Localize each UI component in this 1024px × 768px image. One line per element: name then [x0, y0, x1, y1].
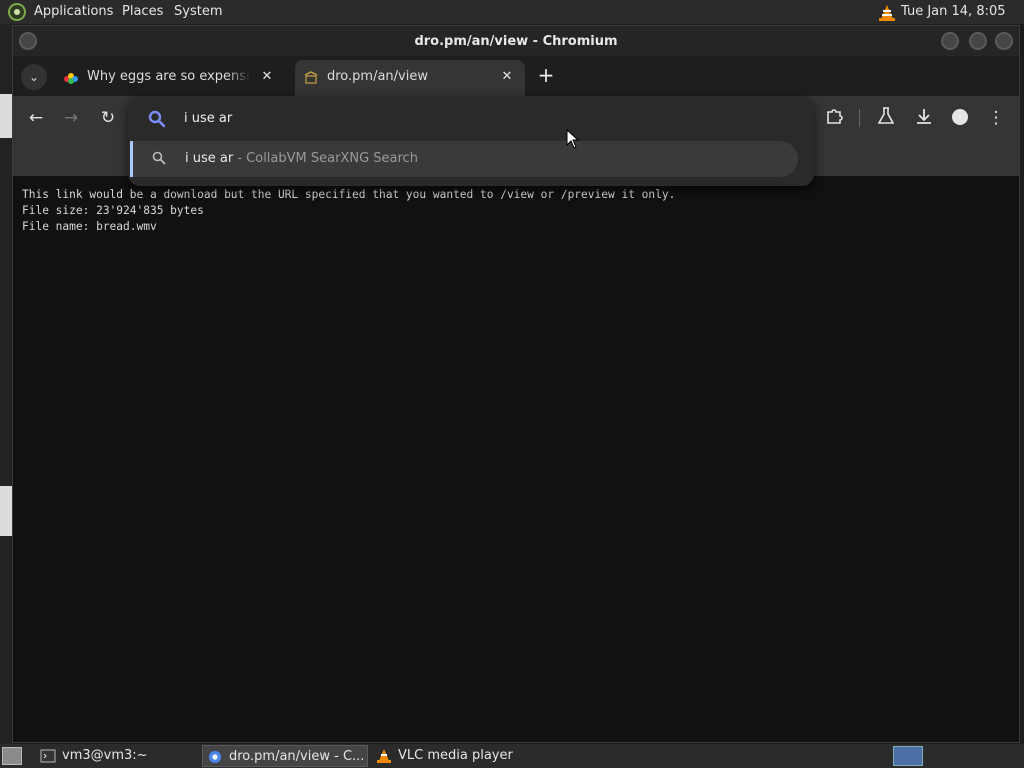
bottom-taskbar: vm3@vm3:~ dro.pm/an/view - C... VLC medi… — [0, 744, 1024, 768]
suggestion-query: i use ar — [185, 151, 234, 166]
tab-dro-pm[interactable]: dro.pm/an/view ✕ — [295, 60, 525, 96]
close-tab-icon[interactable]: ✕ — [499, 69, 515, 85]
desktop-window-fragment — [0, 94, 12, 138]
tray-chromium-icon[interactable] — [893, 746, 923, 766]
taskbar-chromium-label: dro.pm/an/view - C... — [229, 749, 365, 764]
search-icon — [148, 110, 166, 128]
file-size-text: File size: 23'924'835 bytes — [22, 204, 204, 217]
window-title: dro.pm/an/view - Chromium — [414, 34, 618, 49]
file-name-text: File name: bread.wmv — [22, 220, 157, 233]
minimize-icon[interactable] — [941, 32, 959, 50]
vlc-cone-icon[interactable] — [878, 4, 896, 21]
desktop-window-fragment — [0, 486, 12, 536]
taskbar-chromium[interactable]: dro.pm/an/view - C... — [202, 745, 368, 767]
top-panel: Applications Places System Tue Jan 14, 8… — [0, 0, 1024, 43]
places-menu[interactable]: Places — [122, 0, 163, 24]
omnibox-popup: i use ar - CollabVM SearXNG Search — [128, 96, 814, 186]
maximize-icon[interactable] — [969, 32, 987, 50]
search-icon — [152, 151, 166, 165]
close-window-icon[interactable] — [995, 32, 1013, 50]
omnibox-suggestion[interactable]: i use ar - CollabVM SearXNG Search — [130, 141, 798, 177]
page-content: This link would be a download but the UR… — [13, 176, 1019, 742]
taskbar-terminal-label: vm3@vm3:~ — [62, 748, 148, 763]
tab-label: dro.pm/an/view — [327, 69, 428, 84]
profile-avatar-icon[interactable] — [949, 107, 971, 129]
suggestion-source: - CollabVM SearXNG Search — [233, 151, 418, 166]
reload-icon[interactable]: ↻ — [97, 107, 119, 129]
page-message: This link would be a download but the UR… — [22, 188, 676, 201]
taskbar-terminal[interactable]: vm3@vm3:~ — [36, 745, 196, 767]
back-arrow-icon[interactable]: ← — [25, 107, 47, 129]
tab-label: Why eggs are so expensive r — [87, 69, 251, 84]
taskbar-vlc[interactable]: VLC media player — [372, 745, 552, 767]
kebab-menu-icon[interactable]: ⋮ — [985, 107, 1007, 129]
suggestion-text: i use ar - CollabVM SearXNG Search — [185, 141, 418, 177]
tab-search-chevron-icon[interactable]: ⌄ — [21, 64, 47, 90]
tabstrip: ⌄ Why eggs are so expensive r ✕ dro.pm/a… — [13, 56, 1019, 96]
chromium-icon — [208, 750, 222, 763]
distro-logo-icon[interactable] — [8, 3, 26, 21]
extensions-puzzle-icon[interactable] — [823, 107, 845, 129]
nbc-peacock-icon — [64, 73, 78, 84]
close-tab-icon[interactable]: ✕ — [259, 69, 275, 85]
vlc-cone-icon — [377, 748, 391, 763]
show-desktop-icon[interactable] — [2, 747, 22, 765]
window-titlebar[interactable]: dro.pm/an/view - Chromium — [13, 26, 1019, 56]
address-bar-input[interactable] — [184, 106, 784, 130]
applications-menu[interactable]: Applications — [34, 0, 113, 24]
download-icon[interactable] — [913, 107, 935, 129]
labs-flask-icon[interactable] — [875, 107, 897, 129]
new-tab-button[interactable]: + — [535, 64, 557, 86]
toolbar-separator — [859, 109, 860, 127]
forward-arrow-icon[interactable]: → — [60, 107, 82, 129]
desktop-edge — [0, 24, 12, 744]
page-icon — [304, 71, 318, 84]
mouse-cursor-icon — [566, 129, 580, 149]
system-menu[interactable]: System — [174, 0, 222, 24]
terminal-icon — [40, 749, 56, 762]
taskbar-vlc-label: VLC media player — [398, 748, 513, 763]
tab-eggs-article[interactable]: Why eggs are so expensive r ✕ — [55, 60, 283, 96]
